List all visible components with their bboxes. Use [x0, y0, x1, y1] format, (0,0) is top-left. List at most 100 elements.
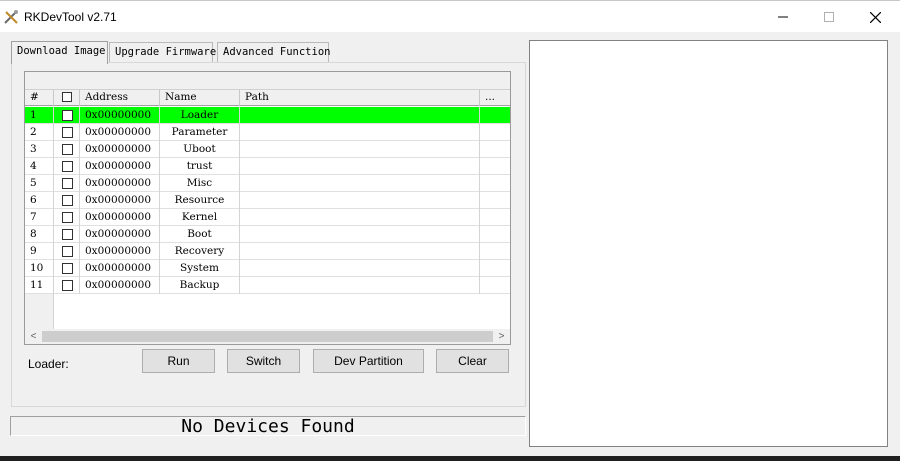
row-path[interactable]	[240, 107, 480, 124]
tab-upgrade-firmware[interactable]: Upgrade Firmware	[109, 42, 216, 62]
row-more[interactable]	[480, 124, 510, 141]
row-name: Misc	[160, 175, 240, 192]
col-header-number[interactable]: #	[25, 90, 54, 106]
col-header-more[interactable]: ...	[480, 90, 510, 106]
row-path[interactable]	[240, 192, 480, 209]
table-row[interactable]: 9 0x00000000 Recovery	[25, 243, 510, 260]
window-title: RKDevTool v2.71	[24, 10, 117, 24]
row-more[interactable]	[480, 226, 510, 243]
device-status: No Devices Found	[10, 416, 526, 437]
row-checkbox-cell	[54, 209, 80, 226]
row-address: 0x00000000	[80, 192, 160, 209]
row-name: Uboot	[160, 141, 240, 158]
row-name: Resource	[160, 192, 240, 209]
row-number: 10	[25, 260, 54, 277]
loader-label: Loader:	[28, 357, 69, 371]
row-name: trust	[160, 158, 240, 175]
switch-button[interactable]: Switch	[227, 349, 300, 373]
row-more[interactable]	[480, 175, 510, 192]
row-number: 3	[25, 141, 54, 158]
row-more[interactable]	[480, 277, 510, 294]
maximize-button[interactable]	[806, 1, 852, 33]
row-checkbox[interactable]	[62, 280, 73, 291]
row-more[interactable]	[480, 141, 510, 158]
row-checkbox[interactable]	[62, 212, 73, 223]
table-row[interactable]: 5 0x00000000 Misc	[25, 175, 510, 192]
row-more[interactable]	[480, 260, 510, 277]
row-checkbox[interactable]	[62, 178, 73, 189]
row-path[interactable]	[240, 226, 480, 243]
table-top-bar	[25, 72, 510, 90]
row-address: 0x00000000	[80, 175, 160, 192]
minimize-icon	[778, 16, 788, 18]
row-path[interactable]	[240, 209, 480, 226]
row-checkbox-cell	[54, 277, 80, 294]
row-name: Loader	[160, 107, 240, 124]
row-name: Recovery	[160, 243, 240, 260]
table-row[interactable]: 10 0x00000000 System	[25, 260, 510, 277]
tools-icon	[3, 9, 19, 25]
table-row[interactable]: 2 0x00000000 Parameter	[25, 124, 510, 141]
row-more[interactable]	[480, 158, 510, 175]
row-number: 9	[25, 243, 54, 260]
row-checkbox-cell	[54, 260, 80, 277]
scroll-right-icon[interactable]: >	[493, 329, 510, 344]
col-header-path[interactable]: Path	[240, 90, 480, 106]
table-row[interactable]: 8 0x00000000 Boot	[25, 226, 510, 243]
row-address: 0x00000000	[80, 260, 160, 277]
row-checkbox[interactable]	[62, 127, 73, 138]
row-checkbox-cell	[54, 175, 80, 192]
table-row[interactable]: 7 0x00000000 Kernel	[25, 209, 510, 226]
row-path[interactable]	[240, 277, 480, 294]
row-checkbox[interactable]	[62, 144, 73, 155]
row-number: 2	[25, 124, 54, 141]
row-checkbox[interactable]	[62, 110, 73, 121]
log-panel	[529, 40, 888, 447]
row-address: 0x00000000	[80, 141, 160, 158]
row-number: 6	[25, 192, 54, 209]
row-address: 0x00000000	[80, 158, 160, 175]
close-button[interactable]	[852, 1, 898, 33]
horizontal-scrollbar[interactable]: < >	[25, 329, 510, 344]
close-icon	[869, 11, 881, 23]
col-header-select-all[interactable]	[54, 90, 80, 106]
tab-download-image[interactable]: Download Image	[11, 41, 108, 64]
scroll-thumb[interactable]	[42, 331, 493, 342]
row-address: 0x00000000	[80, 107, 160, 124]
table-row[interactable]: 4 0x00000000 trust	[25, 158, 510, 175]
scroll-left-icon[interactable]: <	[25, 329, 42, 344]
clear-button[interactable]: Clear	[436, 349, 509, 373]
row-number: 11	[25, 277, 54, 294]
row-more[interactable]	[480, 192, 510, 209]
run-button[interactable]: Run	[142, 349, 215, 373]
row-more[interactable]	[480, 243, 510, 260]
table-row[interactable]: 6 0x00000000 Resource	[25, 192, 510, 209]
row-checkbox[interactable]	[62, 161, 73, 172]
row-path[interactable]	[240, 260, 480, 277]
row-checkbox-cell	[54, 226, 80, 243]
tab-advanced-function[interactable]: Advanced Function	[217, 42, 330, 62]
dev-partition-button[interactable]: Dev Partition	[313, 349, 424, 373]
row-number: 8	[25, 226, 54, 243]
select-all-checkbox[interactable]	[62, 92, 72, 102]
row-checkbox[interactable]	[62, 263, 73, 274]
table-row[interactable]: 11 0x00000000 Backup	[25, 277, 510, 294]
col-header-address[interactable]: Address	[80, 90, 160, 106]
row-path[interactable]	[240, 243, 480, 260]
col-header-name[interactable]: Name	[160, 90, 240, 106]
row-address: 0x00000000	[80, 277, 160, 294]
row-checkbox[interactable]	[62, 195, 73, 206]
row-path[interactable]	[240, 158, 480, 175]
table-row[interactable]: 3 0x00000000 Uboot	[25, 141, 510, 158]
row-more[interactable]	[480, 209, 510, 226]
row-path[interactable]	[240, 124, 480, 141]
minimize-button[interactable]	[760, 1, 806, 33]
table-header: # Address Name Path ...	[25, 90, 510, 106]
row-more[interactable]	[480, 107, 510, 124]
row-path[interactable]	[240, 175, 480, 192]
table-row[interactable]: 1 0x00000000 Loader	[25, 107, 510, 124]
row-checkbox[interactable]	[62, 229, 73, 240]
row-checkbox[interactable]	[62, 246, 73, 257]
row-path[interactable]	[240, 141, 480, 158]
maximize-icon	[824, 12, 834, 22]
